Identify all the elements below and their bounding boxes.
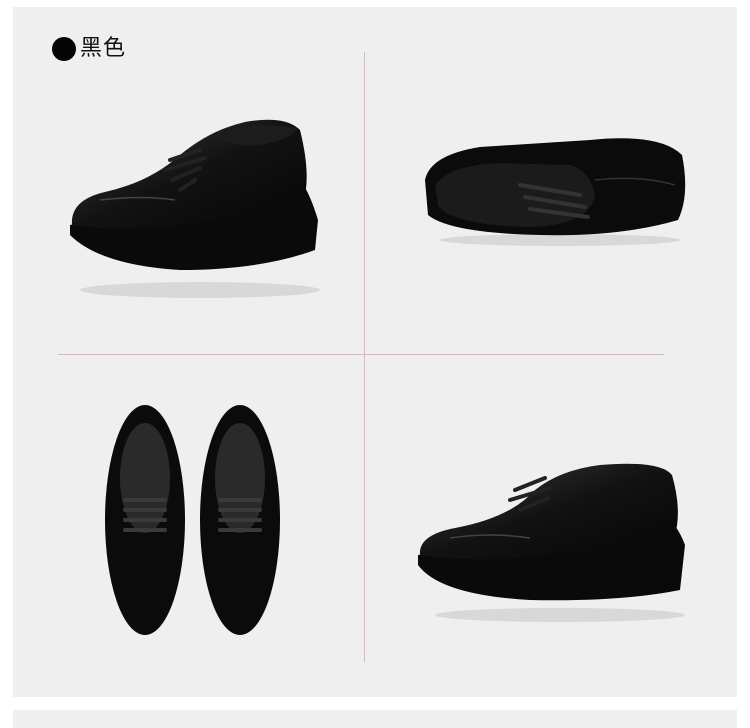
- shoe-pair-top-view: [100, 400, 290, 640]
- color-label: 黑色: [52, 37, 126, 61]
- vertical-divider: [364, 52, 365, 662]
- shoe-rear-angle-view: [420, 125, 690, 255]
- shoe-side-view-right: [410, 450, 690, 630]
- shoe-side-view-left: [60, 100, 330, 310]
- footer-strip: [13, 710, 737, 728]
- color-swatch-dot: [52, 37, 76, 61]
- horizontal-divider: [58, 354, 664, 355]
- color-name: 黑色: [80, 36, 127, 61]
